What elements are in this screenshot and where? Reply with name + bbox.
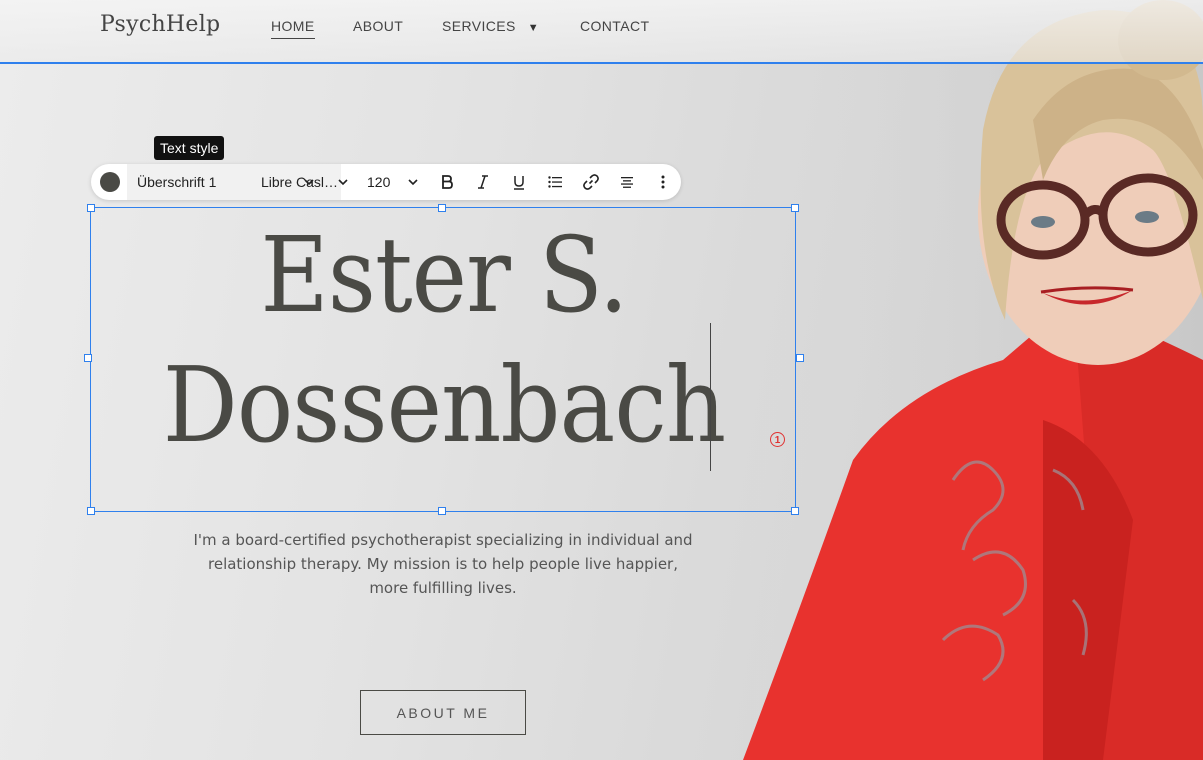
text-toolbar: Überschrift 1 Libre Casl… 120 [91, 164, 681, 200]
site-header: PsychHelp HOME ABOUT SERVICES ▼ CONTACT [0, 0, 1203, 64]
font-family-dropdown[interactable]: Libre Casl… [261, 164, 353, 200]
bullet-list-button[interactable] [541, 164, 569, 200]
underline-icon [514, 176, 524, 190]
more-vertical-icon [661, 175, 665, 189]
text-style-tooltip: Text style [154, 136, 225, 160]
nav-home[interactable]: HOME [271, 18, 315, 39]
resize-handle-bottom-right[interactable] [791, 507, 799, 515]
font-family-value: Libre Casl… [261, 174, 339, 190]
resize-handle-bottom-left[interactable] [87, 507, 95, 515]
link-icon [583, 174, 599, 190]
italic-button[interactable] [469, 164, 497, 200]
nav-services[interactable]: SERVICES ▼ [442, 18, 539, 34]
font-size-dropdown[interactable]: 120 [367, 164, 427, 200]
resize-handle-top-left[interactable] [87, 204, 95, 212]
resize-handle-right[interactable] [796, 354, 804, 362]
bullet-list-icon [548, 176, 562, 188]
chevron-down-icon [338, 179, 348, 186]
about-me-button[interactable]: ABOUT ME [360, 690, 526, 735]
font-size-value: 120 [367, 174, 391, 190]
resize-handle-left[interactable] [84, 354, 92, 362]
site-logo[interactable]: PsychHelp [100, 12, 220, 37]
portrait-photo [743, 0, 1203, 760]
underline-button[interactable] [505, 164, 533, 200]
nav-contact[interactable]: CONTACT [580, 18, 649, 34]
heading-text-frame[interactable]: Ester S. Dossenbach 1 [84, 204, 804, 515]
bold-icon [442, 175, 453, 189]
align-center-button[interactable] [613, 164, 641, 200]
italic-icon [478, 175, 488, 189]
resize-handle-top-right[interactable] [791, 204, 799, 212]
text-style-value: Überschrift 1 [137, 174, 217, 190]
resize-handle-bottom[interactable] [438, 507, 446, 515]
link-button[interactable] [577, 164, 605, 200]
nav-services-label: SERVICES [442, 18, 516, 34]
text-cursor [710, 323, 711, 471]
more-options-button[interactable] [649, 164, 677, 200]
heading-line-2: Dossenbach [162, 344, 726, 466]
text-color-swatch[interactable] [100, 172, 120, 192]
hero-heading[interactable]: Ester S. Dossenbach [126, 208, 761, 470]
bold-button[interactable] [433, 164, 461, 200]
hero-description: I'm a board-certified psychotherapist sp… [193, 531, 693, 597]
notification-badge[interactable]: 1 [770, 432, 785, 447]
caret-down-icon[interactable]: ▼ [528, 22, 539, 34]
align-center-icon [621, 177, 633, 188]
heading-line-1: Ester S. [260, 214, 628, 336]
chevron-down-icon [408, 179, 418, 186]
nav-about[interactable]: ABOUT [353, 18, 403, 34]
